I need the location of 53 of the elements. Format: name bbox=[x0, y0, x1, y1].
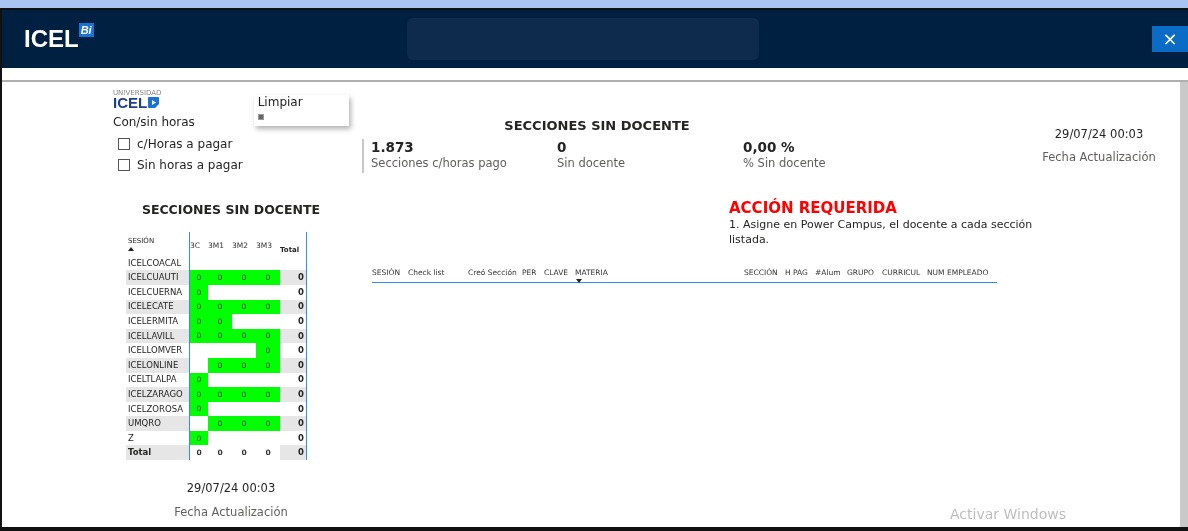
row-label: ICELCOACAL bbox=[128, 256, 182, 270]
option-label: Sin horas a pagar bbox=[137, 156, 243, 174]
row-label: ICELTLALPA bbox=[128, 373, 177, 387]
row-label: ICELECATE bbox=[128, 300, 174, 314]
total-value: 0 bbox=[298, 446, 304, 460]
total-value: 0 bbox=[298, 271, 304, 284]
total-value: 0 bbox=[298, 417, 304, 430]
checkbox[interactable] bbox=[118, 158, 130, 171]
row-label: ICELCUERNA bbox=[128, 285, 183, 299]
activation-notice: Activar Windows bbox=[950, 505, 1066, 524]
summary-title: SECCIONES SIN DOCENTE bbox=[503, 117, 691, 135]
brand-logo: ICEL bbox=[24, 24, 79, 54]
close-button[interactable]: × bbox=[1152, 26, 1188, 52]
update-date: 29/07/24 00:03 bbox=[185, 479, 277, 497]
total-value: 0 bbox=[298, 315, 304, 328]
kpi-value: 1.873 bbox=[371, 138, 415, 155]
total-label: Total bbox=[128, 446, 152, 460]
kpi-label: % Sin docente bbox=[743, 154, 827, 171]
total-value: 0 bbox=[298, 431, 304, 445]
total-value: 0 bbox=[298, 300, 304, 314]
scrollbar[interactable] bbox=[1180, 82, 1188, 527]
row-label: ICELONLINE bbox=[128, 358, 179, 372]
total-value: 0 bbox=[298, 344, 304, 357]
row-label: ICELZARAGO bbox=[128, 388, 183, 401]
row-label: Z bbox=[128, 431, 134, 445]
total-value: 0 bbox=[298, 373, 304, 387]
kpi-value: 0 bbox=[557, 138, 568, 155]
kpi-label: Sin docente bbox=[557, 154, 627, 171]
clear-icon bbox=[257, 114, 264, 120]
update-label: Fecha Actualización bbox=[1041, 149, 1157, 167]
row-label: ICELZOROSA bbox=[128, 402, 184, 416]
row-label: ICELCUAUTI bbox=[128, 271, 179, 284]
clear-button[interactable]: Limpiar bbox=[253, 95, 349, 126]
action-title: ACCIÓN REQUERIDA bbox=[729, 199, 898, 217]
row-label: ICELERMITA bbox=[128, 315, 178, 328]
row-label: ICELLOMVER bbox=[128, 344, 183, 357]
total-value: 0 bbox=[298, 358, 304, 372]
matrix-title: SECCIONES SIN DOCENTE bbox=[140, 201, 322, 219]
total-value: 0 bbox=[298, 329, 304, 343]
update-label: Fecha Actualización bbox=[173, 503, 289, 521]
total-value: 0 bbox=[298, 285, 304, 299]
row-label: ICELLAVILL bbox=[128, 329, 175, 343]
option-label: c/Horas a pagar bbox=[137, 135, 233, 153]
total-value: 0 bbox=[298, 388, 304, 401]
checkbox[interactable] bbox=[118, 137, 130, 150]
filter-title: Con/sin horas bbox=[113, 115, 196, 129]
update-date: 29/07/24 00:03 bbox=[1053, 126, 1145, 143]
kpi-label: Secciones c/horas pago bbox=[371, 154, 508, 171]
row-label: UMQRO bbox=[128, 417, 161, 430]
kpi-value: 0,00 % bbox=[743, 138, 796, 155]
total-value: 0 bbox=[298, 402, 304, 416]
brand-badge: Bi bbox=[78, 23, 94, 37]
action-text: 1. Asigne en Power Campus, el docente a cada sección listada. bbox=[729, 216, 1034, 247]
